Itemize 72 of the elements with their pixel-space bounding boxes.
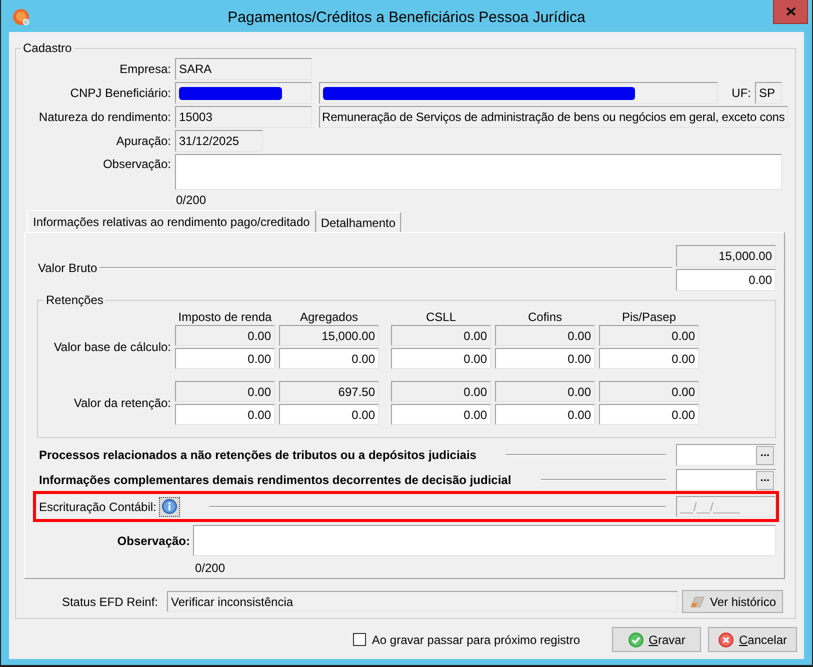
input-field[interactable]: 0.00 — [495, 404, 595, 425]
section-label: Processos relacionados a não retenções de tributos ou a depósitos judiciais — [39, 448, 476, 462]
input-field[interactable]: 0.00 — [391, 348, 491, 369]
readonly-field: 0.00 — [391, 381, 491, 402]
readonly-field: SP — [755, 82, 782, 104]
input-field[interactable]: 0.00 — [279, 404, 379, 425]
readonly-field: Remuneração de Serviços de administração de bens ou negócios em geral, exceto cons — [319, 106, 788, 128]
input-field[interactable]: 0.00 — [495, 348, 595, 369]
field-label: Natureza do rendimento: — [38, 110, 171, 124]
input-field[interactable]: 0.00 — [391, 404, 491, 425]
field-label: Status EFD Reinf: — [60, 594, 158, 608]
readonly-field: 15,000.00 — [279, 325, 379, 346]
field-label: Apuração: — [115, 134, 171, 148]
cancel-button[interactable]: Cancelar — [708, 627, 797, 652]
group-label: Cadastro — [22, 41, 73, 55]
readonly-field: 697.50 — [279, 381, 379, 402]
lookup-field[interactable]: ... — [676, 469, 776, 491]
checkbox-label: Ao gravar passar para próximo registro — [372, 632, 580, 646]
column-header: Imposto de renda — [177, 310, 273, 324]
column-header: CSLL — [424, 310, 458, 324]
column-header: Pis/Pasep — [620, 310, 678, 324]
readonly-field: SARA — [175, 58, 312, 80]
field-label: Escrituração Contábil: — [39, 500, 156, 514]
readonly-field: 31/12/2025 — [175, 130, 263, 152]
app-logo-icon — [13, 8, 29, 24]
text-area[interactable] — [193, 525, 776, 556]
info-icon — [162, 499, 178, 514]
eraser-icon — [688, 596, 705, 608]
field-label: Valor Bruto — [38, 261, 98, 275]
readonly-field: 0.00 — [175, 381, 275, 402]
section-label: Informações complementares demais rendimentos decorrentes de decisão judicial — [39, 473, 512, 487]
readonly-field: Verificar inconsistência — [167, 591, 678, 612]
tab[interactable]: Informações relativas ao rendimento pago/creditado — [27, 210, 316, 232]
readonly-field: 0.00 — [495, 381, 595, 402]
readonly-field: 0.00 — [599, 325, 699, 346]
readonly-field: 0.00 — [175, 325, 275, 346]
close-icon — [786, 7, 796, 16]
input-field[interactable]: 0.00 — [279, 348, 379, 369]
field-label: UF: — [732, 86, 751, 100]
field-label: CNPJ Beneficiário: — [69, 86, 171, 100]
readonly-field: 15003 — [175, 106, 312, 128]
text-area[interactable] — [175, 154, 782, 190]
input-field[interactable]: 0.00 — [175, 348, 275, 369]
browse-button[interactable]: ... — [756, 470, 774, 490]
browse-button[interactable]: ... — [756, 446, 774, 464]
input-field[interactable]: 0.00 — [676, 269, 776, 291]
readonly-field: 0.00 — [391, 325, 491, 346]
readonly-field: 15,000.00 — [676, 245, 776, 267]
field-label: Observação: — [116, 534, 190, 548]
cancel-icon — [718, 632, 734, 648]
character-counter: 0/200 — [176, 193, 208, 207]
history-button[interactable]: Ver histórico — [682, 590, 783, 613]
tab[interactable]: Detalhamento — [316, 212, 401, 232]
column-header: Agregados — [298, 310, 360, 324]
check-icon — [628, 632, 644, 648]
readonly-field: 0.00 — [495, 325, 595, 346]
field-label: Valor base de cálculo: — [52, 340, 171, 354]
input-field[interactable]: 0.00 — [599, 348, 699, 369]
save-button[interactable]: Gravar — [612, 627, 701, 652]
column-header: Cofins — [526, 310, 563, 324]
field-label: Valor da retenção: — [72, 396, 171, 410]
window-title: Pagamentos/Créditos a Beneficiários Pessoa Jurídica — [228, 8, 586, 26]
close-button[interactable] — [773, 0, 808, 24]
readonly-field: 0.00 — [599, 381, 699, 402]
group-label: Retenções — [45, 293, 104, 307]
input-field[interactable]: 0.00 — [175, 404, 275, 425]
input-field[interactable]: 0.00 — [599, 404, 699, 425]
checkbox[interactable] — [352, 633, 366, 646]
field-label: Empresa: — [118, 62, 171, 76]
field-label: Observação: — [102, 157, 171, 171]
character-counter: 0/200 — [195, 561, 226, 575]
lookup-field[interactable]: ... — [676, 444, 776, 466]
